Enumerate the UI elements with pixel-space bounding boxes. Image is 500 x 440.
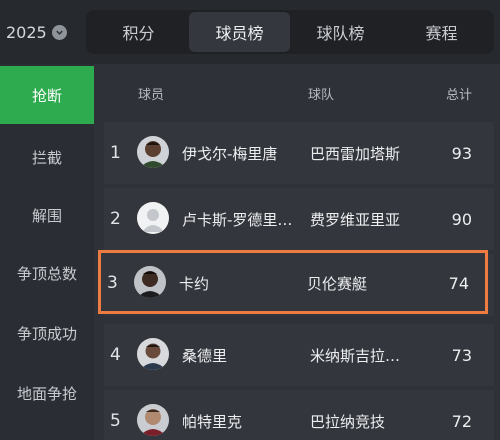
season-selector[interactable]: 2025 <box>6 18 67 46</box>
rank: 2 <box>110 209 121 229</box>
header-player: 球员 <box>138 88 165 103</box>
sidebar-item-aerial-duels-total[interactable]: 争顶总数 <box>0 244 94 302</box>
sidebar-item-aerial-duels-won[interactable]: 争顶成功 <box>0 304 94 362</box>
season-label: 2025 <box>6 22 47 42</box>
tab-bar: 积分 球员榜 球队榜 赛程 <box>86 10 494 54</box>
rank: 1 <box>110 143 121 163</box>
team-name: 费罗维亚里亚 <box>310 210 401 229</box>
table-row: 3 卡约 贝伦赛艇 74 <box>101 252 485 314</box>
player-name: 卡约 <box>179 274 210 293</box>
player-name: 桑德里 <box>182 346 228 365</box>
table-row[interactable]: 1 伊戈尔-梅里唐 巴西雷加塔斯 93 <box>104 122 494 184</box>
sidebar-item-tackles[interactable]: 抢断 <box>0 66 94 124</box>
avatar <box>137 202 169 234</box>
avatar <box>137 136 169 168</box>
table-row[interactable]: 5 帕特里克 巴拉纳竞技 72 <box>104 390 494 440</box>
total-value: 72 <box>451 411 472 431</box>
stat-category-sidebar: 抢断 拦截 解围 争顶总数 争顶成功 地面争抢 <box>0 64 94 440</box>
header-total: 总计 <box>446 88 473 103</box>
header-team: 球队 <box>308 88 335 103</box>
rank: 3 <box>107 273 118 293</box>
avatar <box>137 404 169 436</box>
avatar <box>137 338 169 370</box>
total-value: 90 <box>451 209 472 229</box>
tab-team-rankings[interactable]: 球队榜 <box>290 12 391 52</box>
team-name: 巴拉纳竞技 <box>310 412 386 431</box>
tab-standings[interactable]: 积分 <box>88 12 189 52</box>
team-name: 米纳斯吉拉… <box>310 346 401 365</box>
player-name: 卢卡斯-罗德里… <box>182 210 293 229</box>
top-bar: 2025 积分 球员榜 球队榜 赛程 <box>0 0 500 64</box>
team-name: 巴西雷加塔斯 <box>310 144 401 163</box>
avatar <box>134 266 166 298</box>
highlighted-row[interactable]: 3 卡约 贝伦赛艇 74 <box>98 250 488 314</box>
sidebar-item-interceptions[interactable]: 拦截 <box>0 128 94 186</box>
player-name: 帕特里克 <box>182 412 243 431</box>
tab-player-rankings[interactable]: 球员榜 <box>189 12 290 52</box>
sidebar-item-ground-duels[interactable]: 地面争抢 <box>0 364 94 422</box>
total-value: 93 <box>451 143 472 163</box>
sidebar-item-clearances[interactable]: 解围 <box>0 186 94 244</box>
total-value: 73 <box>451 345 472 365</box>
rank: 5 <box>110 411 121 431</box>
table-row[interactable]: 2 卢卡斯-罗德里… 费罗维亚里亚 90 <box>104 188 494 250</box>
team-name: 贝伦赛艇 <box>307 274 368 293</box>
rank: 4 <box>110 345 121 365</box>
table-row[interactable]: 4 桑德里 米纳斯吉拉… 73 <box>104 324 494 386</box>
player-name: 伊戈尔-梅里唐 <box>182 144 278 163</box>
tab-schedule[interactable]: 赛程 <box>391 12 492 52</box>
table-header: 球员 球队 总计 <box>94 64 500 120</box>
chevron-down-icon <box>51 24 67 40</box>
total-value: 74 <box>448 273 469 293</box>
